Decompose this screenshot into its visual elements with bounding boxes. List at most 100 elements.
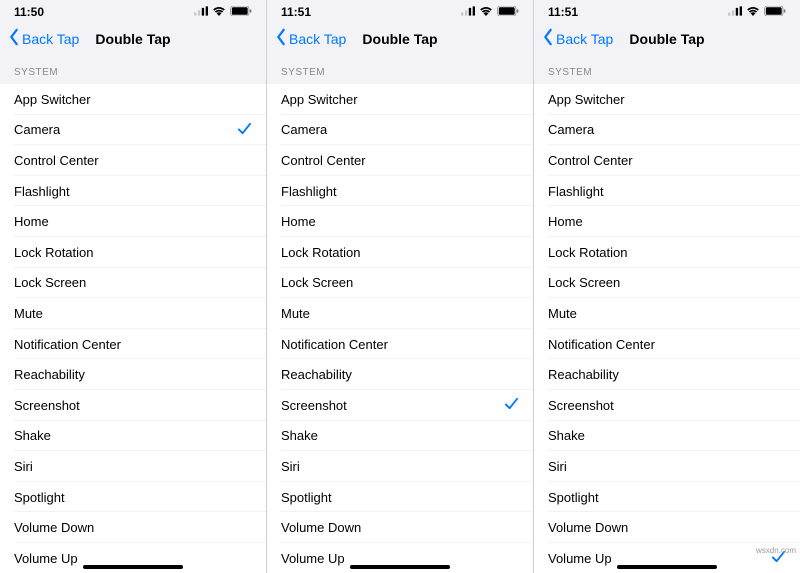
list-item-label: Mute	[14, 306, 43, 321]
section-header: SYSTEM	[0, 59, 266, 84]
list-item-label: Home	[281, 214, 316, 229]
status-bar: 11:51	[534, 0, 800, 22]
list-item[interactable]: Siri	[267, 451, 533, 482]
list-item[interactable]: App Switcher	[534, 84, 800, 115]
list-item[interactable]: Flashlight	[0, 176, 266, 207]
list-item[interactable]: Mute	[0, 298, 266, 329]
list-item[interactable]: Siri	[0, 451, 266, 482]
list-item[interactable]: Camera	[0, 115, 266, 146]
list-item-label: Camera	[14, 122, 60, 137]
list-item-label: Home	[14, 214, 49, 229]
list-item[interactable]: Shake	[534, 421, 800, 452]
list-item[interactable]: Spotlight	[534, 482, 800, 513]
page-title: Double Tap	[362, 31, 437, 47]
status-right	[728, 5, 786, 19]
list-item[interactable]: App Switcher	[267, 84, 533, 115]
battery-icon	[230, 5, 252, 19]
list-item-label: Mute	[281, 306, 310, 321]
list-item-label: Volume Down	[14, 520, 94, 535]
options-list: App SwitcherCameraControl Center Flashlig…	[534, 84, 800, 573]
list-item[interactable]: Flashlight	[534, 176, 800, 207]
wifi-icon	[212, 5, 226, 19]
signal-icon	[728, 5, 742, 19]
status-time: 11:50	[14, 5, 44, 19]
list-item[interactable]: Mute	[267, 298, 533, 329]
phone-screen: 11:50 Back Tap Double Tap SYSTEMApp Switche…	[0, 0, 266, 573]
list-item[interactable]: Spotlight	[0, 482, 266, 513]
list-item[interactable]: Mute	[534, 298, 800, 329]
list-item-label: Home	[548, 214, 583, 229]
list-item[interactable]: Lock Rotation	[534, 237, 800, 268]
list-item-label: Lock Rotation	[548, 245, 628, 260]
list-item-label: Flashlight	[548, 184, 604, 199]
list-item[interactable]: Screenshot	[267, 390, 533, 421]
list-item-label: Volume Down	[548, 520, 628, 535]
back-button[interactable]: Back Tap	[275, 28, 346, 49]
list-item-label: Reachability	[281, 367, 352, 382]
list-item[interactable]: Volume Down	[534, 512, 800, 543]
list-item[interactable]: Lock Rotation	[267, 237, 533, 268]
list-item[interactable]: Screenshot	[534, 390, 800, 421]
status-right	[461, 5, 519, 19]
home-indicator[interactable]	[617, 565, 717, 569]
list-item[interactable]: Flashlight	[267, 176, 533, 207]
page-title: Double Tap	[95, 31, 170, 47]
list-item-label: Control Center	[14, 153, 99, 168]
signal-icon	[461, 5, 475, 19]
status-bar: 11:51	[267, 0, 533, 22]
list-item[interactable]: Lock Rotation	[0, 237, 266, 268]
back-button[interactable]: Back Tap	[542, 28, 613, 49]
status-right	[194, 5, 252, 19]
list-item[interactable]: Reachability	[534, 359, 800, 390]
list-item-label: Volume Up	[281, 551, 345, 566]
list-item-label: Volume Up	[548, 551, 612, 566]
watermark: wsxdn.com	[756, 546, 796, 555]
list-item-label: Spotlight	[14, 490, 65, 505]
list-item[interactable]: Home	[534, 206, 800, 237]
list-item[interactable]: Volume Down	[0, 512, 266, 543]
status-bar: 11:50	[0, 0, 266, 22]
list-item-label: Siri	[281, 459, 300, 474]
list-item-label: Mute	[548, 306, 577, 321]
list-item-label: Lock Rotation	[281, 245, 361, 260]
nav-bar: Back Tap Double Tap	[0, 22, 266, 59]
back-button[interactable]: Back Tap	[8, 28, 79, 49]
wifi-icon	[746, 5, 760, 19]
chevron-left-icon	[275, 28, 287, 49]
list-item[interactable]: Notification Center	[534, 329, 800, 360]
list-item[interactable]: Notification Center	[267, 329, 533, 360]
list-item[interactable]: Control Center	[0, 145, 266, 176]
list-item[interactable]: Spotlight	[267, 482, 533, 513]
list-item-label: Shake	[14, 428, 51, 443]
list-item[interactable]: Home	[0, 206, 266, 237]
list-item[interactable]: Reachability	[267, 359, 533, 390]
list-item-label: Screenshot	[14, 398, 80, 413]
list-item-label: Lock Rotation	[14, 245, 94, 260]
list-item[interactable]: Camera	[534, 115, 800, 146]
list-item[interactable]: Control Center	[267, 145, 533, 176]
list-item[interactable]: Notification Center	[0, 329, 266, 360]
list-item[interactable]: Camera	[267, 115, 533, 146]
list-item-label: Lock Screen	[281, 275, 353, 290]
list-item-label: Notification Center	[14, 337, 121, 352]
list-item[interactable]: Home	[267, 206, 533, 237]
list-item[interactable]: Lock Screen	[534, 268, 800, 299]
list-item[interactable]: Lock Screen	[267, 268, 533, 299]
list-item[interactable]: Screenshot	[0, 390, 266, 421]
list-item[interactable]: Volume Down	[267, 512, 533, 543]
list-item[interactable]: Reachability	[0, 359, 266, 390]
list-item-label: Volume Up	[14, 551, 78, 566]
list-item[interactable]: Shake	[267, 421, 533, 452]
list-item[interactable]: Control Center	[534, 145, 800, 176]
battery-icon	[497, 5, 519, 19]
phone-screen: 11:51Back TapDouble TapSYSTEMApp Switche…	[267, 0, 533, 573]
list-item[interactable]: Siri	[534, 451, 800, 482]
home-indicator[interactable]	[350, 565, 450, 569]
home-indicator[interactable]	[83, 565, 183, 569]
list-item[interactable]: Shake	[0, 421, 266, 452]
nav-bar: Back Tap Double Tap	[267, 22, 533, 59]
wifi-icon	[479, 5, 493, 19]
list-item[interactable]: App Switcher	[0, 84, 266, 115]
list-item[interactable]: Lock Screen	[0, 268, 266, 299]
battery-icon	[764, 5, 786, 19]
